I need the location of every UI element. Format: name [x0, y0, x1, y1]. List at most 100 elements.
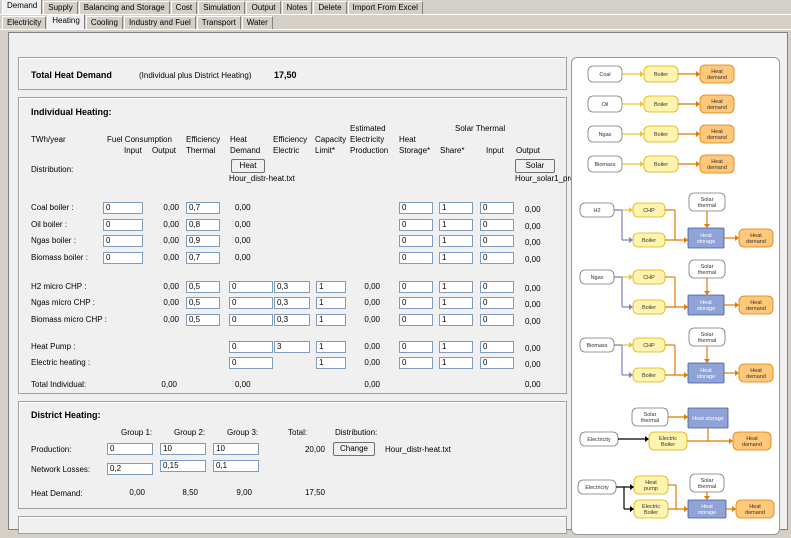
heat-pump-heat-demand[interactable]: 0	[229, 341, 273, 353]
oil-boiler-solar-share[interactable]: 1	[439, 219, 473, 231]
diagram-hp-electric-boiler-text-1: Boiler	[644, 510, 658, 516]
tab-supply[interactable]: Supply	[43, 1, 78, 14]
ngas-micro-chp-heat-demand[interactable]: 0	[229, 297, 273, 309]
h2-micro-chp-efficiency-thermal[interactable]: 0,5	[186, 281, 220, 293]
ngas-boiler-efficiency-thermal[interactable]: 0,9	[186, 235, 220, 247]
heat-demand-label: Heat Demand:	[31, 489, 83, 498]
biomass-micro-chp-efficiency-thermal[interactable]: 0,5	[186, 314, 220, 326]
h2-micro-chp-heat-storage[interactable]: 0	[399, 281, 433, 293]
ngas-boiler-input[interactable]: 0	[103, 235, 143, 247]
diagram-elec-electricity-text-0: Electricity	[587, 437, 611, 443]
row-label-biomass-boiler: Biomass boiler :	[31, 253, 88, 262]
ngas-boiler-solar-share[interactable]: 1	[439, 235, 473, 247]
biomass-boiler-solar-share[interactable]: 1	[439, 252, 473, 264]
tab-simulation[interactable]: Simulation	[198, 1, 246, 14]
biomass-micro-chp-efficiency-electric[interactable]: 0,3	[274, 314, 310, 326]
tab-import-from-excel[interactable]: Import From Excel	[347, 1, 423, 14]
biomass-boiler-solar-input[interactable]: 0	[480, 252, 514, 264]
ngas-boiler-heat-storage[interactable]: 0	[399, 235, 433, 247]
production-group2-input[interactable]: 10	[160, 443, 206, 455]
ngas-micro-chp-heat-storage[interactable]: 0	[399, 297, 433, 309]
total-heat-label: Total Heat Demand	[31, 70, 112, 80]
electric-heating-heat-storage[interactable]: 0	[399, 357, 433, 369]
header-solar-output: Output	[516, 146, 541, 155]
heat-pump-solar-input[interactable]: 0	[480, 341, 514, 353]
solar-distribution-button[interactable]: Solar	[515, 159, 555, 173]
network-losses-label: Network Losses:	[31, 465, 91, 474]
production-group1-input[interactable]: 0	[107, 443, 153, 455]
electric-heating-heat-demand[interactable]: 0	[229, 357, 273, 369]
tab-demand[interactable]: Demand	[2, 0, 43, 14]
biomass-boiler-efficiency-thermal[interactable]: 0,7	[186, 252, 220, 264]
total-individual-label: Total Individual:	[31, 380, 87, 389]
tab-delete[interactable]: Delete	[313, 1, 347, 14]
biomass-boiler-heat-storage[interactable]: 0	[399, 252, 433, 264]
heat-pump-solar-share[interactable]: 1	[439, 341, 473, 353]
ngas-micro-chp-solar-input[interactable]: 0	[480, 297, 514, 309]
biomass-micro-chp-heat-storage[interactable]: 0	[399, 314, 433, 326]
heat-demand-total: 17,50	[304, 488, 325, 497]
oil-boiler-efficiency-thermal[interactable]: 0,8	[186, 219, 220, 231]
coal-boiler-solar-input[interactable]: 0	[480, 202, 514, 214]
h2-micro-chp-solar-input[interactable]: 0	[480, 281, 514, 293]
heat-pump-electricity-production: 0,00	[364, 342, 380, 351]
oil-boiler-solar-input[interactable]: 0	[480, 219, 514, 231]
subtab-heating[interactable]: Heating	[47, 14, 85, 29]
coal-boiler-efficiency-thermal[interactable]: 0,7	[186, 202, 220, 214]
heat-distribution-button[interactable]: Heat	[231, 159, 265, 173]
tab-notes[interactable]: Notes	[281, 1, 313, 14]
losses-group2-input[interactable]: 0,15	[160, 460, 206, 472]
diagram-ngas-arrow-2	[696, 131, 700, 137]
subtab-industry-and-fuel[interactable]: Industry and Fuel	[123, 16, 196, 29]
diagram-coal-heat-demand-text-1: demand	[707, 75, 727, 81]
production-group3-input[interactable]: 10	[213, 443, 259, 455]
chp-biomass-a1	[629, 342, 633, 348]
chp-h2-a3	[704, 224, 710, 228]
subtab-water[interactable]: Water	[241, 16, 273, 29]
oil-boiler-input[interactable]: 0	[103, 219, 143, 231]
biomass-micro-chp-solar-input[interactable]: 0	[480, 314, 514, 326]
electric-heating-solar-input[interactable]: 0	[480, 357, 514, 369]
ngas-micro-chp-capacity-limit[interactable]: 1	[316, 297, 346, 309]
header-twh: TWh/year	[31, 135, 66, 144]
coal-boiler-solar-share[interactable]: 1	[439, 202, 473, 214]
electric-heating-solar-share[interactable]: 1	[439, 357, 473, 369]
heat-demand-group1: 0,00	[129, 488, 145, 497]
ngas-micro-chp-efficiency-electric[interactable]: 0,3	[274, 297, 310, 309]
biomass-boiler-input[interactable]: 0	[103, 252, 143, 264]
tab-cost[interactable]: Cost	[170, 1, 198, 14]
hp-a4	[684, 506, 688, 512]
ngas-boiler-solar-input[interactable]: 0	[480, 235, 514, 247]
tab-output[interactable]: Output	[246, 1, 281, 14]
coal-boiler-heat-storage[interactable]: 0	[399, 202, 433, 214]
diagram-chp-ngas-heat-storage-text-1: storage	[697, 306, 715, 312]
h2-micro-chp-efficiency-electric[interactable]: 0,3	[274, 281, 310, 293]
biomass-boiler-output: 0,00	[163, 253, 179, 262]
h2-micro-chp-heat-demand[interactable]: 0	[229, 281, 273, 293]
change-distribution-button[interactable]: Change	[333, 442, 375, 456]
subtab-cooling[interactable]: Cooling	[85, 16, 123, 29]
heat-pump-capacity-limit[interactable]: 1	[316, 341, 346, 353]
subtab-electricity[interactable]: Electricity	[2, 16, 47, 29]
subtab-transport[interactable]: Transport	[196, 16, 241, 29]
losses-group3-input[interactable]: 0,1	[213, 460, 259, 472]
coal-boiler-solar-output: 0,00	[525, 205, 541, 214]
h2-micro-chp-capacity-limit[interactable]: 1	[316, 281, 346, 293]
losses-group1-input[interactable]: 0,2	[107, 463, 153, 475]
ngas-micro-chp-solar-share[interactable]: 1	[439, 297, 473, 309]
header-output: Output	[152, 146, 177, 155]
group3-header: Group 3:	[227, 428, 259, 437]
tab-balancing-and-storage[interactable]: Balancing and Storage	[78, 1, 170, 14]
biomass-micro-chp-heat-demand[interactable]: 0	[229, 314, 273, 326]
oil-boiler-heat-storage[interactable]: 0	[399, 219, 433, 231]
h2-micro-chp-solar-output: 0,00	[525, 284, 541, 293]
h2-micro-chp-solar-share[interactable]: 1	[439, 281, 473, 293]
biomass-micro-chp-solar-share[interactable]: 1	[439, 314, 473, 326]
biomass-micro-chp-capacity-limit[interactable]: 1	[316, 314, 346, 326]
diagram-ngas-fuel-text-0: Ngas	[599, 132, 612, 138]
ngas-micro-chp-efficiency-thermal[interactable]: 0,5	[186, 297, 220, 309]
heat-pump-efficiency-electric[interactable]: 3	[274, 341, 310, 353]
heat-pump-heat-storage[interactable]: 0	[399, 341, 433, 353]
coal-boiler-input[interactable]: 0	[103, 202, 143, 214]
electric-heating-capacity-limit[interactable]: 1	[316, 357, 346, 369]
